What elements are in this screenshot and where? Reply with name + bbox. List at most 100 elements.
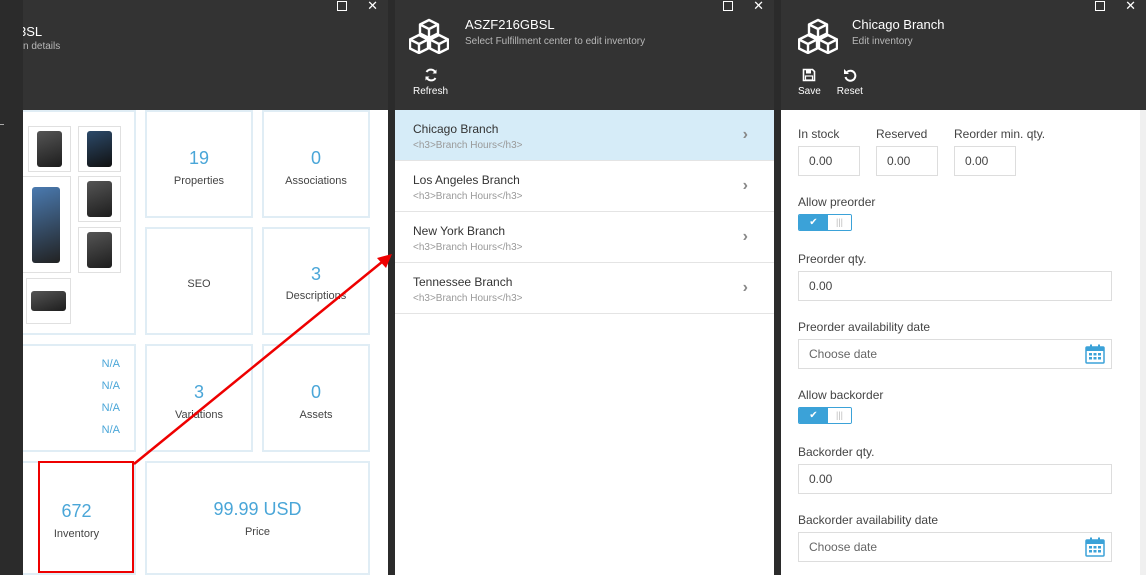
- preorder-date-placeholder: Choose date: [809, 347, 878, 361]
- blade-subtitle: Select Fulfillment center to edit invent…: [465, 36, 646, 47]
- product-thumb[interactable]: [26, 278, 71, 324]
- toggle-grip-icon: |||: [828, 215, 851, 230]
- blade-subtitle: Edit inventory: [852, 36, 913, 47]
- assets-widget[interactable]: 0 Assets: [262, 344, 370, 452]
- undo-icon: [843, 69, 857, 82]
- close-icon[interactable]: ✕: [367, 0, 378, 14]
- allow-backorder-toggle[interactable]: ✔ |||: [798, 407, 852, 424]
- scrollbar[interactable]: [1140, 110, 1146, 575]
- annotation-highlight-box: [38, 461, 134, 573]
- associations-count: 0: [310, 148, 321, 168]
- product-thumb[interactable]: [78, 176, 121, 222]
- assets-count: 0: [310, 382, 321, 402]
- calendar-icon[interactable]: [1085, 344, 1105, 364]
- seo-widget[interactable]: SEO: [145, 227, 253, 335]
- allow-preorder-label: Allow preorder: [798, 195, 876, 209]
- list-item-title: New York Branch: [413, 224, 506, 238]
- chevron-right-icon: ›: [742, 228, 748, 245]
- preorder-date-input[interactable]: Choose date: [798, 339, 1112, 369]
- blade-title: ASZF216GBSL: [465, 17, 555, 32]
- check-icon: ✔: [799, 408, 828, 423]
- price-widget[interactable]: 99.99 USD Price: [145, 461, 370, 575]
- variations-label: Variations: [174, 409, 224, 421]
- list-item-title: Los Angeles Branch: [413, 173, 520, 187]
- cubes-icon: [798, 18, 838, 54]
- calendar-icon[interactable]: [1085, 537, 1105, 557]
- maximize-icon[interactable]: [723, 1, 734, 11]
- backorder-date-input[interactable]: Choose date: [798, 532, 1112, 562]
- product-thumb[interactable]: [78, 126, 121, 172]
- edit-inventory-blade-header: ✕ Chicago Branch Edit inventory Save Res…: [781, 0, 1146, 110]
- save-label: Save: [798, 86, 821, 97]
- list-item[interactable]: Chicago Branch <h3>Branch Hours</h3> ›: [395, 110, 774, 161]
- associations-label: Associations: [285, 175, 347, 187]
- refresh-button[interactable]: Refresh: [413, 68, 448, 97]
- reset-button[interactable]: Reset: [837, 68, 863, 97]
- properties-widget[interactable]: 19 Properties: [145, 110, 253, 218]
- cubes-icon: [409, 18, 449, 54]
- list-item-subtitle: <h3>Branch Hours</h3>: [413, 140, 523, 151]
- chevron-right-icon: ›: [742, 177, 748, 194]
- descriptions-label: Descriptions: [285, 290, 347, 302]
- properties-count: 19: [188, 148, 210, 168]
- blade-title: Chicago Branch: [852, 17, 945, 32]
- chevron-right-icon: ›: [742, 126, 748, 143]
- backorder-qty-label: Backorder qty.: [798, 445, 875, 459]
- list-item-title: Chicago Branch: [413, 122, 499, 136]
- product-thumb[interactable]: [21, 176, 71, 273]
- list-item[interactable]: New York Branch <h3>Branch Hours</h3> ›: [395, 212, 774, 263]
- backorder-date-placeholder: Choose date: [809, 540, 878, 554]
- preorder-date-label: Preorder availability date: [798, 320, 931, 334]
- images-widget[interactable]: [21, 110, 136, 335]
- variations-count: 3: [193, 382, 204, 402]
- maximize-icon[interactable]: [337, 1, 348, 11]
- edit-inventory-blade: ✕ Chicago Branch Edit inventory Save Res…: [781, 0, 1146, 575]
- allow-backorder-label: Allow backorder: [798, 388, 884, 402]
- allow-preorder-toggle[interactable]: ✔ |||: [798, 214, 852, 231]
- list-item[interactable]: Tennessee Branch <h3>Branch Hours</h3> ›: [395, 263, 774, 314]
- fulfillment-blade-header: ✕ ASZF216GBSL Select Fulfillment center …: [395, 0, 774, 110]
- descriptions-count: 3: [310, 264, 321, 284]
- na-value: N/A: [101, 402, 120, 414]
- left-edge: [0, 0, 23, 575]
- seo-label: SEO: [187, 278, 211, 290]
- descriptions-widget[interactable]: 3 Descriptions: [262, 227, 370, 335]
- reserved-label: Reserved: [876, 127, 928, 141]
- na-value: N/A: [101, 424, 120, 436]
- preorder-qty-label: Preorder qty.: [798, 252, 867, 266]
- reserved-input[interactable]: 0.00: [876, 146, 938, 176]
- chevron-right-icon: ›: [742, 279, 748, 296]
- fulfillment-list: Chicago Branch <h3>Branch Hours</h3> › L…: [395, 110, 774, 314]
- reset-label: Reset: [836, 86, 863, 97]
- list-item[interactable]: Los Angeles Branch <h3>Branch Hours</h3>…: [395, 161, 774, 212]
- backorder-qty-input[interactable]: 0.00: [798, 464, 1112, 494]
- list-item-subtitle: <h3>Branch Hours</h3>: [413, 191, 523, 202]
- check-icon: ✔: [799, 215, 828, 230]
- close-icon[interactable]: ✕: [753, 0, 764, 14]
- metadata-widget[interactable]: N/A N/A N/A N/A: [23, 344, 136, 452]
- variations-widget[interactable]: 3 Variations: [145, 344, 253, 452]
- close-icon[interactable]: ✕: [1125, 0, 1136, 14]
- fulfillment-blade: ✕ ASZF216GBSL Select Fulfillment center …: [395, 0, 774, 575]
- product-blade-header: ✕ 3SL n details: [0, 0, 388, 110]
- in-stock-input[interactable]: 0.00: [798, 146, 860, 176]
- save-icon: [803, 68, 816, 82]
- backorder-date-label: Backorder availability date: [798, 513, 939, 527]
- assets-label: Assets: [299, 409, 333, 421]
- associations-widget[interactable]: 0 Associations: [262, 110, 370, 218]
- in-stock-label: In stock: [798, 127, 840, 141]
- list-item-title: Tennessee Branch: [413, 275, 513, 289]
- na-value: N/A: [101, 380, 120, 392]
- save-button[interactable]: Save: [798, 68, 821, 97]
- reorder-label: Reorder min. qty.: [954, 127, 1046, 141]
- preorder-qty-input[interactable]: 0.00: [798, 271, 1112, 301]
- properties-label: Properties: [173, 175, 225, 187]
- price-label: Price: [244, 526, 271, 538]
- reorder-min-qty-input[interactable]: 0.00: [954, 146, 1016, 176]
- toggle-grip-icon: |||: [828, 408, 851, 423]
- product-thumb[interactable]: [78, 227, 121, 273]
- list-item-subtitle: <h3>Branch Hours</h3>: [413, 242, 523, 253]
- product-thumb[interactable]: [28, 126, 71, 172]
- maximize-icon[interactable]: [1095, 1, 1106, 11]
- refresh-icon: [425, 68, 436, 82]
